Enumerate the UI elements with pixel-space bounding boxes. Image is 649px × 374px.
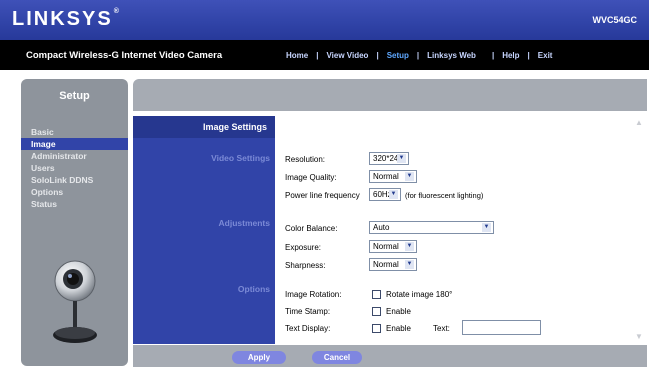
- rotate-image-checkbox[interactable]: [372, 290, 381, 299]
- chevron-down-icon: ▼: [405, 260, 414, 269]
- cancel-button[interactable]: Cancel: [312, 351, 362, 364]
- nav-separator: |: [376, 51, 379, 60]
- sidebar-item-basic[interactable]: Basic: [21, 126, 128, 138]
- header-banner: LINKSYS® WVC54GC: [0, 0, 649, 40]
- power-line-label: Power line frequency: [285, 191, 360, 200]
- section-title: Image Settings: [133, 116, 275, 138]
- power-line-select[interactable]: 60Hz ▼: [369, 188, 401, 201]
- exposure-value: Normal: [373, 242, 399, 251]
- image-quality-value: Normal: [373, 172, 399, 181]
- sidebar-menu: Basic Image Administrator Users SoloLink…: [21, 126, 128, 210]
- sidebar-item-status[interactable]: Status: [21, 198, 128, 210]
- content-header-strip: [133, 79, 647, 111]
- group-label-options: Options: [237, 284, 270, 294]
- sidebar-item-users[interactable]: Users: [21, 162, 128, 174]
- chevron-down-icon: ▼: [389, 190, 398, 199]
- sidebar-item-administrator[interactable]: Administrator: [21, 150, 128, 162]
- text-display-label: Text Display:: [285, 324, 331, 333]
- nav-exit[interactable]: Exit: [538, 51, 553, 60]
- sharpness-value: Normal: [373, 260, 399, 269]
- chevron-down-icon: ▼: [405, 242, 414, 251]
- nav-separator: |: [316, 51, 319, 60]
- scroll-down-icon[interactable]: ▼: [635, 332, 643, 341]
- scrollbar[interactable]: ▲ ▼: [632, 116, 645, 344]
- sidebar-item-image[interactable]: Image: [21, 138, 128, 150]
- scroll-up-icon[interactable]: ▲: [635, 118, 643, 127]
- text-display-checkbox[interactable]: [372, 324, 381, 333]
- power-line-hint: (for fluorescent lighting): [405, 191, 484, 200]
- time-stamp-checkbox[interactable]: [372, 307, 381, 316]
- model-number: WVC54GC: [592, 15, 637, 25]
- main-nav: Home | View Video | Setup | Linksys Web …: [286, 51, 552, 60]
- image-quality-label: Image Quality:: [285, 173, 337, 182]
- text-display-enable-label: Enable: [386, 324, 411, 333]
- color-balance-select[interactable]: Auto ▼: [369, 221, 494, 234]
- apply-button[interactable]: Apply: [232, 351, 286, 364]
- rotate-image-label: Rotate image 180°: [386, 290, 453, 299]
- sidebar-title: Setup: [59, 90, 90, 102]
- nav-separator: |: [491, 51, 495, 60]
- sidebar-item-options[interactable]: Options: [21, 186, 128, 198]
- top-nav-bar: Compact Wireless-G Internet Video Camera…: [0, 40, 649, 70]
- time-stamp-label: Time Stamp:: [285, 307, 331, 316]
- brand-text: LINKSYS: [12, 8, 113, 30]
- image-quality-select[interactable]: Normal ▼: [369, 170, 417, 183]
- registered-mark: ®: [113, 8, 121, 15]
- resolution-label: Resolution:: [285, 155, 326, 164]
- color-balance-value: Auto: [373, 223, 390, 232]
- nav-help[interactable]: Help: [502, 51, 519, 60]
- resolution-select[interactable]: 320*240 ▼: [369, 152, 409, 165]
- sidebar: Setup Basic Image Administrator Users So…: [21, 79, 128, 366]
- button-bar: [133, 345, 647, 367]
- camera-image: [53, 260, 97, 343]
- nav-view-video[interactable]: View Video: [326, 51, 368, 60]
- group-label-video: Video Settings: [211, 153, 270, 163]
- nav-linksys-web[interactable]: Linksys Web: [427, 51, 476, 60]
- chevron-down-icon: ▼: [397, 154, 406, 163]
- group-label-adjustments: Adjustments: [218, 218, 270, 228]
- chevron-down-icon: ▼: [482, 223, 491, 232]
- exposure-label: Exposure:: [285, 243, 322, 252]
- sharpness-label: Sharpness:: [285, 261, 326, 270]
- nav-setup[interactable]: Setup: [387, 51, 409, 60]
- sidebar-item-sololink-ddns[interactable]: SoloLink DDNS: [21, 174, 128, 186]
- display-text-input[interactable]: [462, 320, 541, 335]
- label-column: [133, 116, 275, 344]
- color-balance-label: Color Balance:: [285, 224, 338, 233]
- linksys-logo: LINKSYS®: [12, 8, 121, 31]
- time-stamp-enable-label: Enable: [386, 307, 411, 316]
- chevron-down-icon: ▼: [405, 172, 414, 181]
- sharpness-select[interactable]: Normal ▼: [369, 258, 417, 271]
- product-name: Compact Wireless-G Internet Video Camera: [26, 50, 223, 61]
- nav-separator: |: [527, 51, 530, 60]
- exposure-select[interactable]: Normal ▼: [369, 240, 417, 253]
- image-rotation-label: Image Rotation:: [285, 290, 342, 299]
- nav-separator: |: [416, 51, 420, 60]
- text-field-label: Text:: [433, 324, 450, 333]
- nav-home[interactable]: Home: [286, 51, 308, 60]
